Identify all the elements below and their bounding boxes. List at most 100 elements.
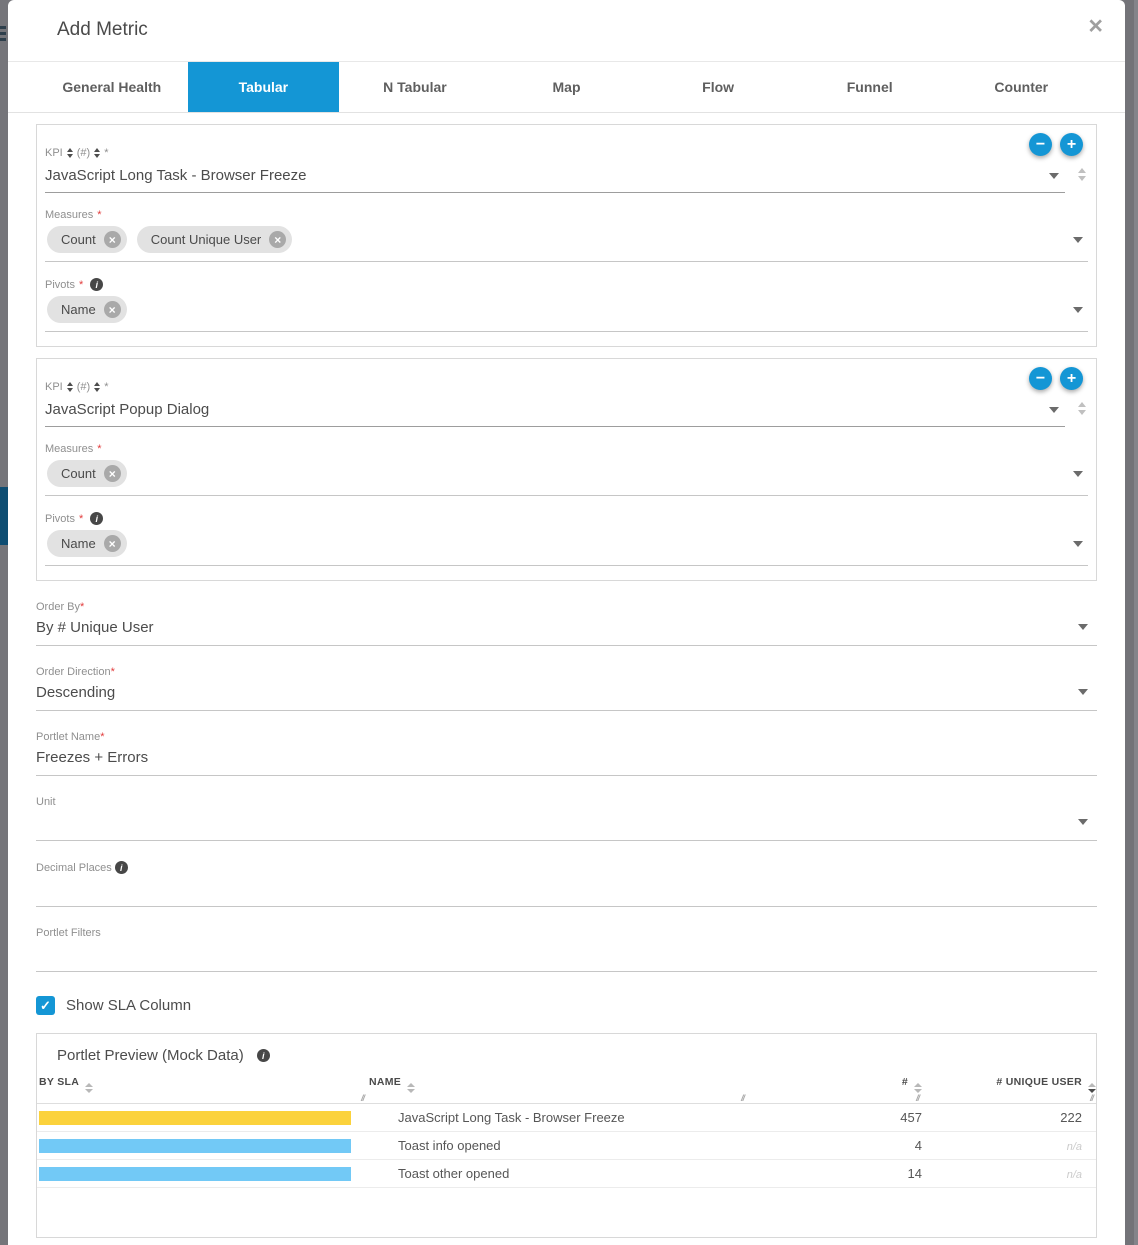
measures-label: Measures* bbox=[45, 209, 1088, 221]
remove-kpi-button[interactable]: − bbox=[1029, 133, 1052, 156]
spinner-down-icon bbox=[1078, 176, 1086, 181]
remove-chip-icon[interactable]: × bbox=[104, 301, 121, 318]
modal-title: Add Metric bbox=[57, 19, 148, 41]
tab-map[interactable]: Map bbox=[491, 62, 643, 112]
info-icon[interactable]: i bbox=[90, 512, 103, 525]
column-resize-handle[interactable]: // bbox=[361, 1093, 364, 1103]
field-order-direction: Order Direction*Descending bbox=[36, 666, 1097, 711]
kpi-order-spinner[interactable] bbox=[1075, 402, 1088, 427]
required-asterisk: * bbox=[100, 731, 104, 743]
kpi-select[interactable]: JavaScript Popup Dialog bbox=[45, 401, 1065, 427]
field-unit: Unit bbox=[36, 796, 1097, 841]
field-label: Portlet Filters bbox=[36, 927, 1097, 939]
sort-down-icon bbox=[67, 154, 73, 158]
tab-tabular[interactable]: Tabular bbox=[188, 62, 340, 112]
add-kpi-button[interactable]: + bbox=[1060, 133, 1083, 156]
kpi-select[interactable]: JavaScript Long Task - Browser Freeze bbox=[45, 167, 1065, 193]
sort-up-icon bbox=[407, 1083, 415, 1087]
chevron-down-icon bbox=[1078, 819, 1088, 825]
unique-user-cell: n/a bbox=[922, 1132, 1096, 1160]
tab-n-tabular[interactable]: N Tabular bbox=[339, 62, 491, 112]
sort-down-icon bbox=[94, 388, 100, 392]
sort-up-icon bbox=[914, 1083, 922, 1087]
field-select[interactable]: By # Unique User bbox=[36, 613, 1097, 646]
column-header--unique-user[interactable]: # UNIQUE USER // bbox=[922, 1068, 1096, 1104]
pivots-chip: Name × bbox=[47, 296, 127, 323]
sidebar-active-item-fragment bbox=[0, 487, 8, 545]
field-label: Unit bbox=[36, 796, 1097, 808]
column-resize-handle[interactable]: // bbox=[741, 1093, 744, 1103]
sla-cell bbox=[37, 1132, 367, 1160]
measures-select[interactable]: Count × Count Unique User × bbox=[45, 221, 1088, 262]
field-input[interactable] bbox=[36, 939, 1097, 972]
sla-bar bbox=[39, 1111, 351, 1125]
measures-chip: Count× bbox=[47, 460, 127, 487]
column-resize-handle[interactable]: // bbox=[1090, 1093, 1093, 1103]
add-kpi-button[interactable]: + bbox=[1060, 367, 1083, 390]
remove-chip-icon[interactable]: × bbox=[104, 231, 121, 248]
sort-arrows-icon bbox=[67, 382, 73, 392]
column-header-by-sla[interactable]: BY SLA // bbox=[37, 1068, 367, 1104]
spinner-up-icon bbox=[1078, 402, 1086, 407]
tab-counter[interactable]: Counter bbox=[945, 62, 1097, 112]
name-cell: Toast info opened bbox=[367, 1132, 747, 1160]
add-metric-modal: Add Metric × General HealthTabularN Tabu… bbox=[8, 0, 1125, 1245]
sort-down-icon bbox=[85, 1089, 93, 1093]
chip-label: Name bbox=[61, 536, 96, 551]
remove-chip-icon[interactable]: × bbox=[104, 465, 121, 482]
remove-chip-icon[interactable]: × bbox=[269, 231, 286, 248]
sort-arrows-icon bbox=[407, 1083, 415, 1093]
kpi-order-text: (#) bbox=[77, 381, 90, 393]
count-cell: 4 bbox=[747, 1132, 922, 1160]
spinner-up-icon bbox=[1078, 168, 1086, 173]
column-header-label: # UNIQUE USER bbox=[996, 1076, 1082, 1088]
sort-arrows-icon bbox=[94, 382, 100, 392]
close-icon[interactable]: × bbox=[1088, 14, 1103, 39]
field-value: By # Unique User bbox=[36, 619, 1078, 636]
field-input[interactable]: Freezes + Errors bbox=[36, 743, 1097, 776]
tab-general-health[interactable]: General Health bbox=[36, 62, 188, 112]
field-portlet-filters: Portlet Filters bbox=[36, 927, 1097, 972]
field-value: Descending bbox=[36, 684, 1078, 701]
kpi-field-label: KPI (#) * bbox=[45, 147, 1088, 159]
column-header--[interactable]: #// bbox=[747, 1068, 922, 1104]
info-icon[interactable]: i bbox=[90, 278, 103, 291]
show-sla-label: Show SLA Column bbox=[66, 997, 191, 1014]
kpi-order-spinner[interactable] bbox=[1075, 168, 1088, 193]
remove-chip-icon[interactable]: × bbox=[104, 535, 121, 552]
pivots-select[interactable]: Name × bbox=[45, 291, 1088, 332]
field-select[interactable] bbox=[36, 808, 1097, 841]
kpi-selected-value: JavaScript Popup Dialog bbox=[45, 401, 1049, 418]
measures-label: Measures* bbox=[45, 443, 1088, 455]
sort-arrows-icon bbox=[1088, 1083, 1096, 1093]
show-sla-checkbox[interactable]: ✓ bbox=[36, 996, 55, 1015]
field-order-by: Order By*By # Unique User bbox=[36, 601, 1097, 646]
kpi-field-label: KPI(#)* bbox=[45, 381, 1088, 393]
column-header-label: BY SLA bbox=[39, 1076, 79, 1088]
sort-up-icon bbox=[1088, 1083, 1096, 1087]
column-header-name[interactable]: NAME // bbox=[367, 1068, 747, 1104]
info-icon[interactable]: i bbox=[257, 1049, 270, 1062]
chip-label: Name bbox=[61, 302, 96, 317]
measures-select[interactable]: Count× bbox=[45, 455, 1088, 496]
info-icon[interactable]: i bbox=[115, 861, 128, 874]
remove-kpi-button[interactable]: − bbox=[1029, 367, 1052, 390]
kpi-label-text: KPI bbox=[45, 147, 63, 159]
kpi-order-text: (#) bbox=[77, 147, 90, 159]
field-input[interactable] bbox=[36, 874, 1097, 907]
chip-label: Count Unique User bbox=[151, 232, 262, 247]
tab-flow[interactable]: Flow bbox=[642, 62, 794, 112]
field-select[interactable]: Descending bbox=[36, 678, 1097, 711]
tab-funnel[interactable]: Funnel bbox=[794, 62, 946, 112]
sort-down-icon bbox=[407, 1089, 415, 1093]
kpi-label-text: KPI bbox=[45, 381, 63, 393]
column-resize-handle[interactable]: // bbox=[916, 1093, 919, 1103]
chevron-down-icon bbox=[1073, 541, 1083, 547]
spinner-down-icon bbox=[1078, 410, 1086, 415]
required-mark: * bbox=[104, 147, 108, 159]
column-header-label: NAME bbox=[369, 1076, 401, 1088]
pivots-label: Pivots*i bbox=[45, 512, 1088, 525]
pivots-select[interactable]: Name × bbox=[45, 525, 1088, 566]
chip-label: Count bbox=[61, 232, 96, 247]
required-asterisk: * bbox=[97, 443, 101, 455]
